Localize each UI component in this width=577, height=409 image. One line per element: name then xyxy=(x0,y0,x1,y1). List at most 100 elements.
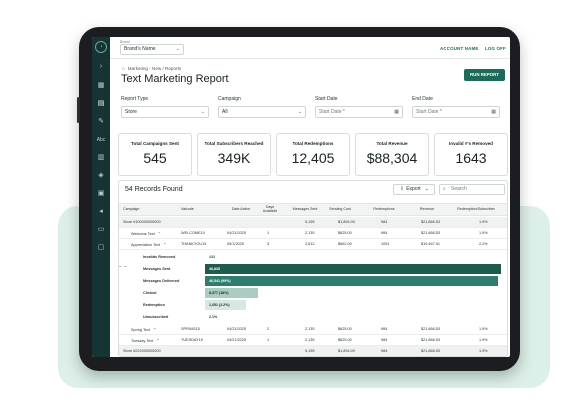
sidebar: ◔ › ▦ ▤ ✎ Abc ▥ ◈ ▣ ◂ ▭ ▢ xyxy=(92,37,110,357)
wrench-icon[interactable]: ✎ xyxy=(96,117,106,127)
cell-sending-cost: $625.00 xyxy=(338,231,352,235)
chevron-down-icon: ⌄ xyxy=(200,109,205,115)
grid-icon[interactable]: ▥ xyxy=(96,153,106,163)
card-title: Invalid #'s Removed xyxy=(449,141,493,146)
lock-icon[interactable]: ▢ xyxy=(96,243,106,253)
col-messages-sent[interactable]: Messages Sent xyxy=(287,207,323,211)
cell-date-active: 04/21/2025 xyxy=(227,327,247,331)
cell-valcode: TUESDAY15 xyxy=(181,338,203,342)
table-row[interactable]: Store #100000000000 5,195 $1,894.00 984 $21,… xyxy=(119,217,507,228)
cell-messages-sent: 5,195 xyxy=(305,220,315,224)
campaign-value: All xyxy=(222,109,228,115)
cell-redemption-rate: 1.9% xyxy=(479,338,488,342)
col-sending-cost[interactable]: Sending Cost xyxy=(324,207,356,211)
table-row[interactable]: Spring Text ⌃ SPRING15 04/21/2025 2 2,135 $62… xyxy=(119,324,507,335)
card-subscribers-reached: Total Subscribers Reached 349K xyxy=(197,133,271,176)
col-days-available[interactable]: Days Available xyxy=(259,205,281,213)
tablet-side-button xyxy=(77,97,80,123)
funnel-label: Clicked xyxy=(143,291,157,295)
page-title: Text Marketing Report xyxy=(121,73,229,85)
col-campaign[interactable]: Campaign xyxy=(123,207,159,211)
end-date-label: End Date xyxy=(412,96,433,102)
card-title: Total Subscribers Reached xyxy=(204,141,264,146)
table-row[interactable]: Welcome Text ⌃ WELCOME10 04/21/2025 1 2,135 $… xyxy=(119,228,507,239)
funnel-label: Messages Delivered xyxy=(143,279,180,283)
col-redemption-subscriber[interactable]: Redemption/Subscriber xyxy=(447,207,505,211)
campaign-select[interactable]: All ⌄ xyxy=(218,106,306,118)
funnel-row: Messages Sent 46,835 xyxy=(127,263,507,275)
export-button[interactable]: ⇩ Export ⌄ xyxy=(393,184,435,195)
card-title: Total Campaigns Sent xyxy=(131,141,179,146)
table-row[interactable]: Store #222000000000 5,195 $1,894.00 984 $21,… xyxy=(119,346,507,356)
funnel-value: 1,051 (2.2%) xyxy=(209,303,230,307)
expand-chevron-icon[interactable]: ⌃ xyxy=(162,243,166,247)
divider xyxy=(119,266,127,267)
cell-date-active: 04/21/2025 xyxy=(227,338,247,342)
col-date-active[interactable]: Date Active xyxy=(227,207,255,211)
calendar-icon: ▦ xyxy=(491,109,496,115)
monitor-icon[interactable]: ▭ xyxy=(96,225,106,235)
cell-revenue: $21,866.53 xyxy=(421,327,441,331)
funnel-row: Messages Delivered 46,541 (99%) xyxy=(127,275,507,287)
funnel-bar: 46,835 xyxy=(205,264,501,274)
breadcrumb-text[interactable]: Marketing - New / Reports xyxy=(128,66,181,71)
cell-revenue: $21,866.53 xyxy=(421,220,441,224)
cell-valcode: SPRING15 xyxy=(181,327,200,331)
table-row[interactable]: Tuesday Text ⌃ TUESDAY15 04/21/2025 1 2,135 $… xyxy=(119,335,507,346)
card-campaigns-sent: Total Campaigns Sent 545 xyxy=(118,133,192,176)
export-label: Export xyxy=(406,186,421,192)
run-report-button[interactable]: RUN REPORT xyxy=(464,69,505,81)
col-valcode[interactable]: Valcode xyxy=(181,207,211,211)
report-type-select[interactable]: Store ⌄ xyxy=(121,106,209,118)
expand-chevron-icon[interactable]: ⌃ xyxy=(152,328,156,332)
cell-campaign: Store #222000000000 xyxy=(123,349,161,353)
home-icon[interactable]: ⌂ xyxy=(122,66,125,71)
col-redemptions[interactable]: Redemptions xyxy=(367,207,401,211)
search-icon: ⌕ xyxy=(443,186,446,192)
cell-campaign: Welcome Text ⌃ xyxy=(131,232,161,236)
cell-redemptions: 984 xyxy=(381,220,388,224)
table-header: Campaign Valcode Date Active Days Availa… xyxy=(119,203,507,216)
brand-select[interactable]: Brand's Name ⌄ xyxy=(120,44,184,55)
funnel-bar: 46,541 (99%) xyxy=(205,276,499,286)
gift-icon[interactable]: ▣ xyxy=(96,189,106,199)
start-date-input[interactable]: Start Date * ▦ xyxy=(315,106,403,118)
cell-revenue: $21,866.53 xyxy=(421,349,441,353)
chart-icon[interactable]: ▤ xyxy=(96,99,106,109)
cell-days: 1 xyxy=(267,338,270,342)
expand-chevron-icon[interactable]: ⌃ xyxy=(157,232,161,236)
cell-messages-sent: 2,612 xyxy=(305,242,315,246)
campaign-label: Campaign xyxy=(218,96,241,102)
search-input[interactable]: ⌕ Search xyxy=(439,184,505,195)
cell-days: 1 xyxy=(267,231,270,235)
cell-messages-sent: 5,195 xyxy=(305,349,315,353)
chevron-down-icon: ⌄ xyxy=(424,186,429,192)
chevron-right-icon[interactable]: › xyxy=(96,62,106,72)
brand-value: Brand's Name xyxy=(124,46,156,52)
dashboard-icon[interactable]: ▦ xyxy=(96,81,106,91)
account-name-link[interactable]: ACCOUNT NAME xyxy=(440,46,479,51)
card-value: 545 xyxy=(143,150,167,166)
megaphone-icon[interactable]: ◂ xyxy=(96,207,106,217)
log-off-link[interactable]: LOG OFF xyxy=(485,46,506,51)
tag-icon[interactable]: ◈ xyxy=(96,171,106,181)
end-date-input[interactable]: Start Date * ▦ xyxy=(412,106,500,118)
table-row[interactable]: Appreciation Text ⌃ THANKYOU15 05/1/2025 3 2… xyxy=(119,239,507,250)
cell-days: 3 xyxy=(267,242,270,246)
cell-revenue: $21,866.53 xyxy=(421,338,441,342)
cell-date-active: 04/21/2025 xyxy=(227,231,247,235)
abc-icon[interactable]: Abc xyxy=(96,135,106,145)
expand-chevron-icon[interactable]: ⌃ xyxy=(155,339,159,343)
cell-redemptions: 1051 xyxy=(381,242,390,246)
cell-redemptions: 984 xyxy=(381,349,388,353)
cell-campaign: Appreciation Text ⌃ xyxy=(131,243,167,247)
card-title: Total Revenue xyxy=(376,141,408,146)
cell-redemption-rate: 1.9% xyxy=(479,231,488,235)
cell-campaign: Tuesday Text ⌃ xyxy=(131,339,160,343)
cell-days: 2 xyxy=(267,327,270,331)
chevron-down-icon: ⌄ xyxy=(297,109,302,115)
records-panel: 54 Records Found ⇩ Export ⌄ ⌕ Search Campai… xyxy=(118,180,508,357)
col-revenue[interactable]: Revenue xyxy=(411,207,443,211)
cell-sending-cost: $662.00 xyxy=(338,242,352,246)
funnel-label: Messages Sent xyxy=(143,267,171,271)
